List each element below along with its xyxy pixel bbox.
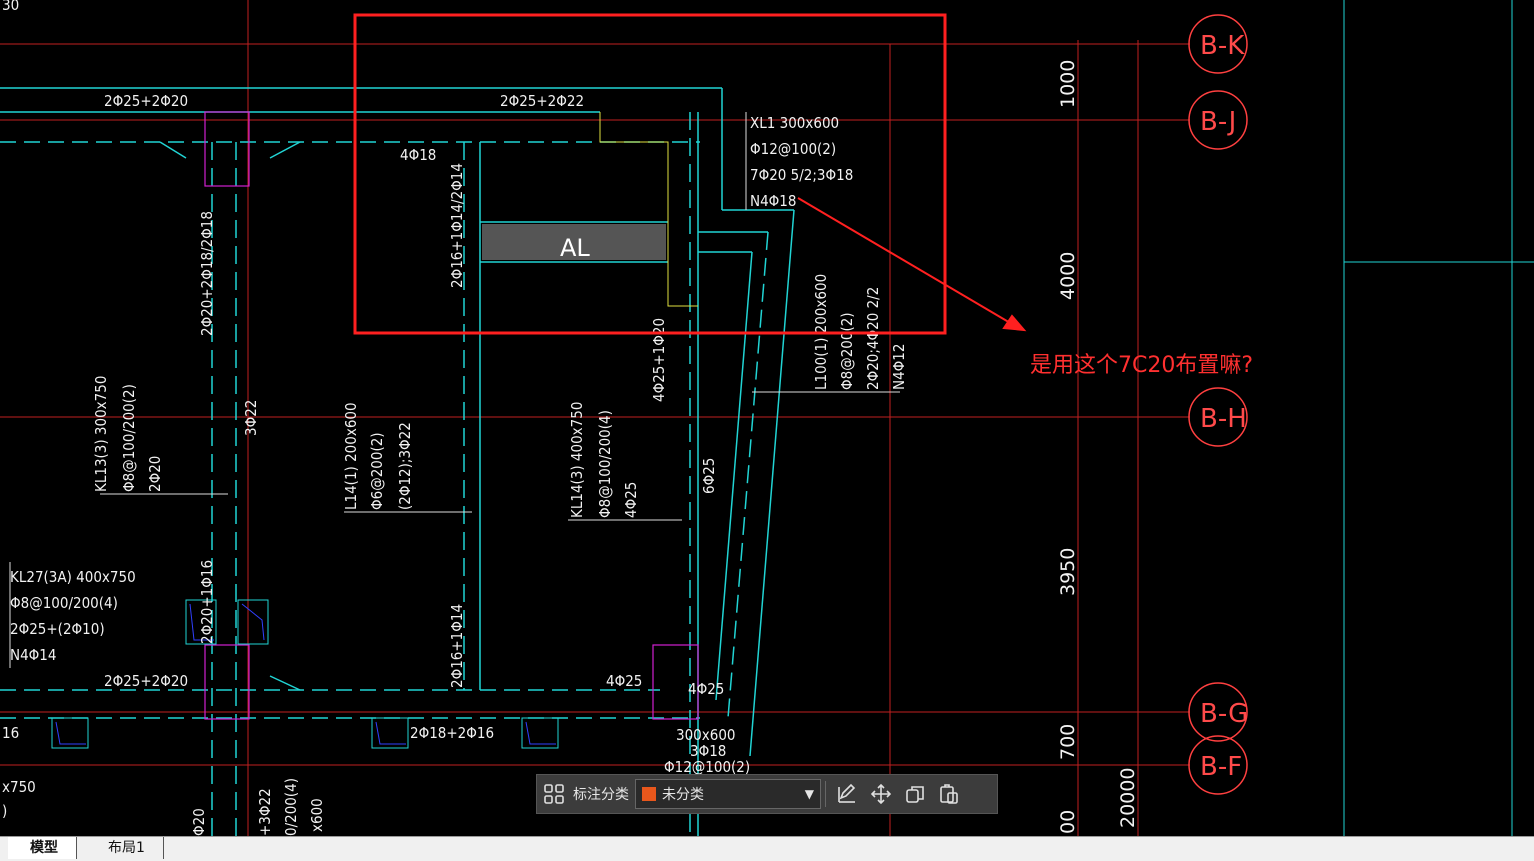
dimension-3950: 3950 bbox=[1057, 548, 1079, 596]
vert-2-16-14: 2Φ16+1Φ14/2Φ14 bbox=[448, 163, 466, 288]
rebar-2-18-16: 2Φ18+2Φ16 bbox=[410, 724, 494, 742]
cad-viewport[interactable]: AL B-K B-J B-H B-G B-F 1000 4000 3950 70… bbox=[0, 0, 1534, 836]
rebar-top-left: 2Φ25+2Φ20 bbox=[104, 92, 188, 110]
rebar-bottom-left: 2Φ25+2Φ20 bbox=[104, 672, 188, 690]
grid-lines bbox=[0, 0, 1190, 836]
left-fragment-750: x750 bbox=[2, 778, 36, 796]
dimension-4000: 4000 bbox=[1057, 252, 1079, 300]
rebar-4-18: 4Φ18 bbox=[400, 146, 436, 164]
kl14-name: KL14(3) 400x750 bbox=[568, 402, 586, 518]
annotation-toolbar: 标注分类 未分类 ▼ bbox=[536, 774, 998, 814]
rebar-top-mid: 2Φ25+2Φ22 bbox=[500, 92, 584, 110]
yellow-outline bbox=[599, 112, 698, 307]
kl27-name: KL27(3A) 400x750 bbox=[10, 568, 136, 586]
vert-3-22: 3Φ22 bbox=[242, 400, 260, 436]
dimension-700: 700 bbox=[1057, 724, 1079, 760]
annotation-category-label: 标注分类 bbox=[573, 787, 629, 803]
left-fragment-16: 16 bbox=[2, 724, 19, 742]
axis-label-bh: B-H bbox=[1200, 404, 1247, 434]
xl1-name: XL1 300x600 bbox=[750, 114, 839, 132]
category-select-value: 未分类 bbox=[662, 787, 704, 803]
annotation-arrow bbox=[797, 197, 1027, 332]
vert-6-25: 6Φ25 bbox=[700, 458, 718, 494]
tab-model[interactable]: 模型 bbox=[8, 837, 77, 859]
rebar-4-25-a: 4Φ25 bbox=[606, 672, 642, 690]
bottom-x600: x600 bbox=[308, 798, 326, 832]
bottom-3-22: +3Φ22 bbox=[256, 788, 274, 836]
l100-side: N4Φ12 bbox=[890, 344, 908, 390]
bottom-20: Φ20 bbox=[190, 808, 208, 836]
annotation-category-select[interactable]: 未分类 ▼ bbox=[635, 779, 821, 809]
axis-label-bg: B-G bbox=[1200, 699, 1248, 729]
vert-2-20-18: 2Φ20+2Φ18/2Φ18 bbox=[198, 211, 216, 336]
copy-icon[interactable] bbox=[898, 777, 932, 811]
grid-icon[interactable] bbox=[537, 777, 571, 811]
dimension-20000: 20000 bbox=[1117, 768, 1139, 828]
highlight-box bbox=[353, 13, 947, 335]
l14-stirrup: Φ6@200(2) bbox=[368, 432, 386, 510]
category-color-swatch bbox=[642, 787, 656, 801]
kl13-name: KL13(3) 300x750 bbox=[92, 376, 110, 492]
bottom-200-4: 0/200(4) bbox=[282, 778, 300, 836]
tab-layout1[interactable]: 布局1 bbox=[86, 837, 164, 859]
al-label: AL bbox=[560, 234, 590, 262]
edit-icon[interactable] bbox=[830, 777, 864, 811]
move-icon[interactable] bbox=[864, 777, 898, 811]
vert-2-20-16: 2Φ20+1Φ16 bbox=[198, 560, 216, 644]
top-fragment: 30 bbox=[2, 0, 19, 14]
kl14-main: 4Φ25 bbox=[622, 482, 640, 518]
chevron-down-icon: ▼ bbox=[804, 787, 814, 801]
annotation-text: 是用这个7C20布置嘛? bbox=[1030, 353, 1253, 378]
xl1-stirrup: Φ12@100(2) bbox=[750, 140, 836, 158]
layout-tab-bar: 模型 布局1 bbox=[0, 836, 1534, 861]
kl27-main: 2Φ25+(2Φ10) bbox=[10, 620, 105, 638]
axis-label-bk: B-K bbox=[1200, 31, 1245, 61]
vert-4-25-20: 4Φ25+1Φ20 bbox=[650, 318, 668, 402]
toolbar-separator bbox=[825, 781, 826, 807]
kl13-main: 2Φ20 bbox=[146, 456, 164, 492]
xl1-main: 7Φ20 5/2;3Φ18 bbox=[750, 166, 853, 184]
l100-stirrup: Φ8@200(2) bbox=[838, 312, 856, 390]
kl27-side: N4Φ14 bbox=[10, 646, 56, 664]
vert-2-16-14b: 2Φ16+1Φ14 bbox=[448, 604, 466, 688]
frame-lines bbox=[1343, 0, 1534, 836]
rebar-4-25-b: 4Φ25 bbox=[688, 680, 724, 698]
dimension-00: 00 bbox=[1057, 810, 1079, 834]
kl27-stirrup: Φ8@100/200(4) bbox=[10, 594, 118, 612]
paste-icon[interactable] bbox=[932, 777, 966, 811]
axis-label-bj: B-J bbox=[1200, 107, 1236, 137]
left-fragment-paren: ) bbox=[2, 802, 7, 820]
l14-main: (2Φ12);3Φ22 bbox=[396, 422, 414, 510]
xl1-side: N4Φ18 bbox=[750, 192, 796, 210]
l14-name: L14(1) 200x600 bbox=[342, 402, 360, 510]
kl13-stirrup: Φ8@100/200(2) bbox=[120, 384, 138, 492]
kl14-stirrup: Φ8@100/200(4) bbox=[596, 410, 614, 518]
drawing-canvas[interactable]: AL B-K B-J B-H B-G B-F 1000 4000 3950 70… bbox=[0, 0, 1534, 836]
l100-main: 2Φ20;4Φ20 2/2 bbox=[864, 287, 882, 390]
axis-label-bf: B-F bbox=[1200, 752, 1242, 782]
dimension-1000: 1000 bbox=[1057, 60, 1079, 108]
